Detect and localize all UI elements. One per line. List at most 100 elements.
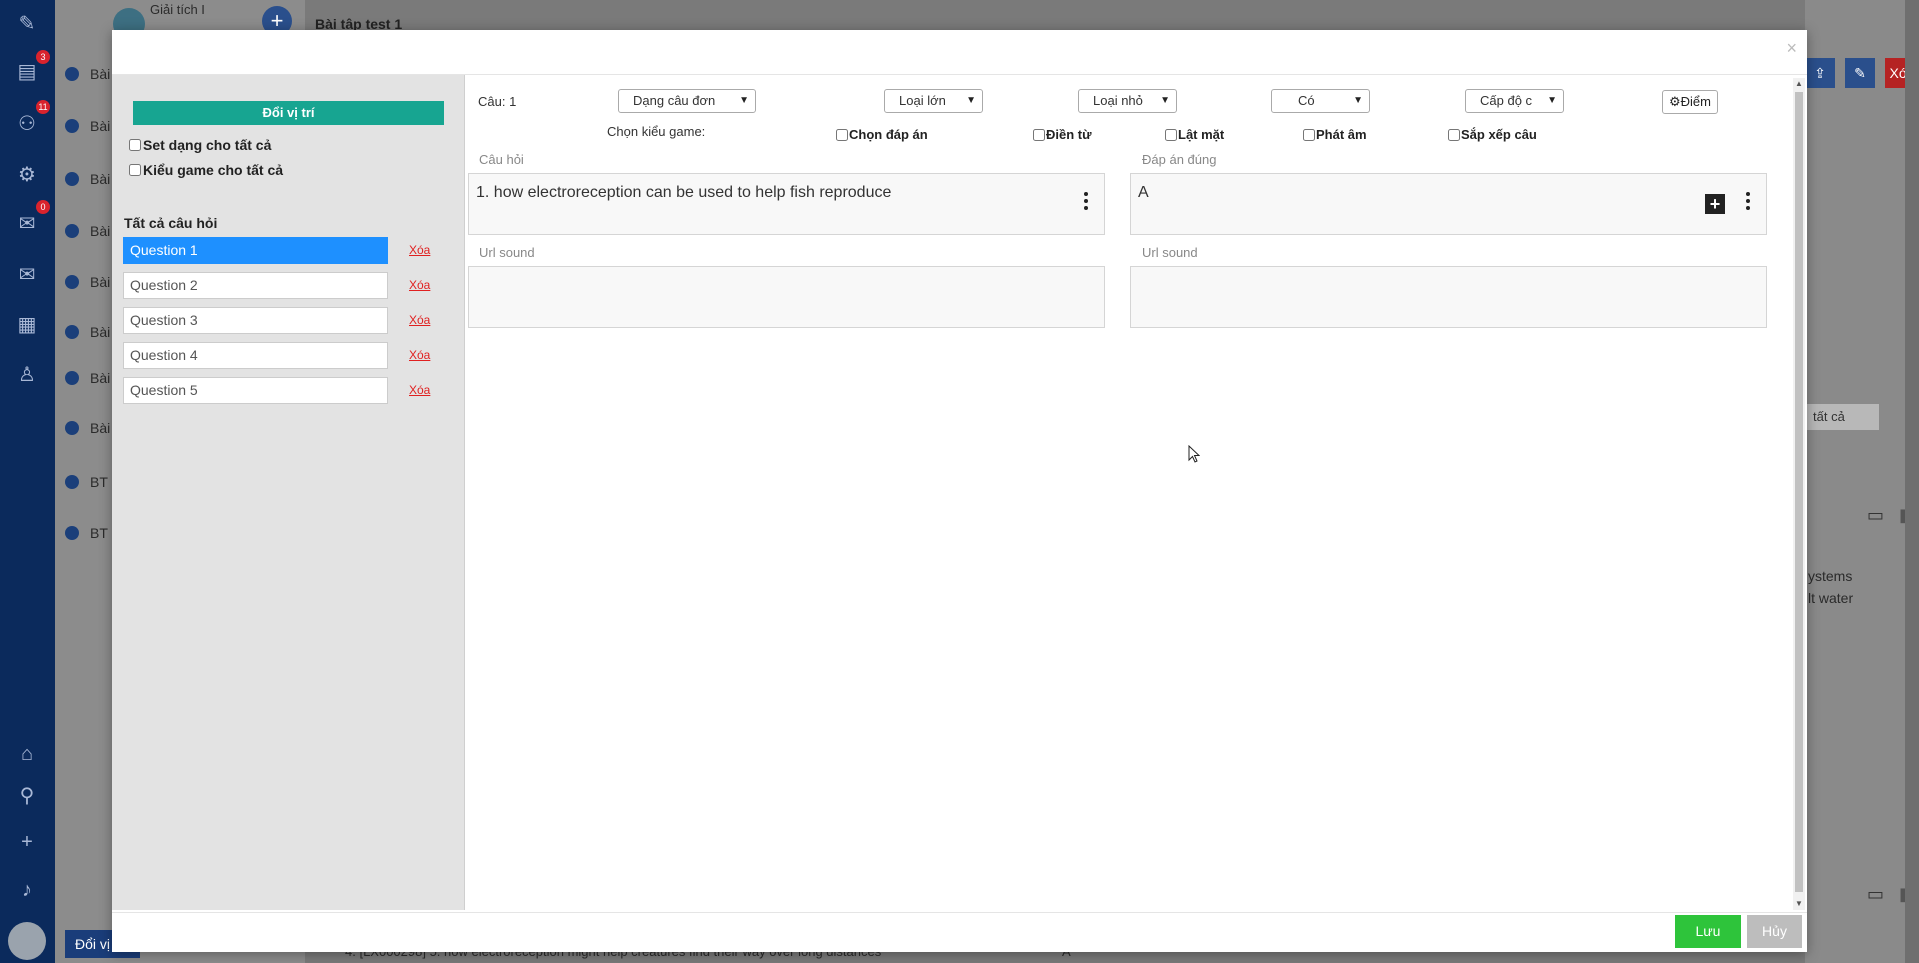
scroll-down-icon[interactable]: ▼ <box>1795 900 1803 908</box>
calendar-icon[interactable]: ▦ <box>15 313 39 337</box>
notification-badge: 0 <box>36 200 50 214</box>
set-type-all-checkbox[interactable] <box>129 139 141 151</box>
swap-position-button[interactable]: Đổi vị trí <box>133 101 444 125</box>
add-icon[interactable]: + <box>15 830 39 854</box>
mouse-cursor-icon <box>1188 445 1200 463</box>
notification-badge: 3 <box>36 50 50 64</box>
has-option-select[interactable]: Có ▼ <box>1271 89 1370 113</box>
search-icon[interactable]: ⚲ <box>15 784 39 808</box>
document-icon[interactable]: ▤ <box>15 60 39 84</box>
url-sound-input[interactable] <box>1130 266 1767 328</box>
avatar[interactable] <box>8 922 46 960</box>
game-type-checkbox[interactable] <box>1165 128 1177 141</box>
game-type-option[interactable]: Sắp xếp câu <box>1448 127 1537 142</box>
list-item[interactable]: Bài <box>90 324 110 340</box>
game-type-option[interactable]: Phát âm <box>1303 127 1367 142</box>
game-type-all-checkbox[interactable] <box>129 164 141 176</box>
mail-icon[interactable]: ✉ <box>15 263 39 287</box>
question-text: 1. how electroreception can be used to h… <box>476 184 892 201</box>
game-type-option[interactable]: Điền từ <box>1033 127 1092 142</box>
list-item[interactable]: Bài <box>90 118 110 134</box>
chevron-down-icon: ▼ <box>1353 95 1363 106</box>
all-questions-label: Tất cả câu hỏi <box>124 215 218 231</box>
question-row: Question 1 Xóa <box>123 237 430 264</box>
game-type-checkbox[interactable] <box>836 128 848 141</box>
game-type-all-checkbox-row[interactable]: Kiểu game cho tất cả <box>129 162 283 178</box>
chat-icon[interactable]: ✉ <box>15 212 39 236</box>
edit-icon[interactable]: ✎ <box>1845 58 1875 88</box>
scroll-thumb[interactable] <box>1795 92 1803 892</box>
background-text: lt water <box>1808 590 1854 606</box>
close-icon[interactable]: × <box>1786 38 1797 59</box>
points-label: Điểm <box>1680 94 1711 109</box>
question-type-select[interactable]: Dạng câu đơn ▼ <box>618 89 756 113</box>
delete-question-link[interactable]: Xóa <box>409 243 430 257</box>
game-type-checkbox[interactable] <box>1303 128 1315 141</box>
game-type-option-label: Chọn đáp án <box>849 127 928 142</box>
share-icon[interactable]: ⇪ <box>1805 58 1835 88</box>
comment-icon[interactable]: ▭ <box>1867 505 1884 526</box>
level-select[interactable]: Cấp độ c ▼ <box>1465 89 1564 113</box>
list-item[interactable]: BT <box>90 525 108 541</box>
points-button[interactable]: ⚙Điểm <box>1662 90 1718 114</box>
settings-icon[interactable]: ⚙ <box>15 163 39 187</box>
set-type-all-checkbox-row[interactable]: Set dạng cho tất cả <box>129 137 271 153</box>
answer-text-field[interactable]: A + <box>1130 173 1767 235</box>
more-options-icon[interactable] <box>1746 192 1750 214</box>
has-option-value: Có <box>1298 93 1315 108</box>
more-options-icon[interactable] <box>1084 192 1088 214</box>
question-item[interactable]: Question 3 <box>123 307 388 334</box>
list-item[interactable]: BT <box>90 474 108 490</box>
add-icon[interactable]: + <box>1705 194 1725 214</box>
list-item-icon <box>65 526 79 540</box>
page-scrollbar[interactable] <box>1905 0 1919 963</box>
major-type-value: Loại lớn <box>899 93 946 108</box>
select-all-tag[interactable]: tất cả <box>1805 404 1879 430</box>
list-item[interactable]: Bài <box>90 420 110 436</box>
edit-icon[interactable]: ✎ <box>15 12 39 36</box>
minor-type-value: Loại nhỏ <box>1093 93 1143 108</box>
game-type-checkbox[interactable] <box>1033 128 1045 141</box>
chevron-down-icon: ▼ <box>1160 95 1170 106</box>
major-type-select[interactable]: Loại lớn ▼ <box>884 89 983 113</box>
game-type-option[interactable]: Chọn đáp án <box>836 127 928 142</box>
home-icon[interactable]: ⌂ <box>15 742 39 766</box>
game-type-option[interactable]: Lật mặt <box>1165 127 1224 142</box>
url-sound-label: Url sound <box>1142 245 1198 260</box>
question-item[interactable]: Question 2 <box>123 272 388 299</box>
delete-question-link[interactable]: Xóa <box>409 278 430 292</box>
course-title: Giải tích I <box>150 2 205 17</box>
game-type-label: Chọn kiểu game: <box>607 124 706 139</box>
cancel-button[interactable]: Hủy <box>1747 915 1802 948</box>
question-item[interactable]: Question 4 <box>123 342 388 369</box>
list-item[interactable]: Bài <box>90 370 110 386</box>
delete-question-link[interactable]: Xóa <box>409 313 430 327</box>
scroll-up-icon[interactable]: ▲ <box>1795 80 1803 88</box>
minor-type-select[interactable]: Loại nhỏ ▼ <box>1078 89 1177 113</box>
list-item[interactable]: Bài <box>90 274 110 290</box>
list-item-icon <box>65 224 79 238</box>
game-type-option-label: Sắp xếp câu <box>1461 127 1537 142</box>
list-item-icon <box>65 421 79 435</box>
game-type-option-label: Phát âm <box>1316 127 1367 142</box>
game-type-option-label: Điền từ <box>1046 127 1092 142</box>
game-type-option-label: Lật mặt <box>1178 127 1225 142</box>
list-item[interactable]: Bài <box>90 223 110 239</box>
delete-question-link[interactable]: Xóa <box>409 348 430 362</box>
modal-scrollbar[interactable]: ▲ ▼ <box>1793 78 1805 910</box>
bell-icon[interactable]: ♪ <box>15 878 39 902</box>
question-item[interactable]: Question 5 <box>123 377 388 404</box>
question-text-field[interactable]: 1. how electroreception can be used to h… <box>468 173 1105 235</box>
save-button[interactable]: Lưu <box>1675 915 1741 948</box>
person-icon[interactable]: ♙ <box>15 363 39 387</box>
comment-icon[interactable]: ▭ <box>1867 884 1884 905</box>
list-item-icon <box>65 172 79 186</box>
list-item[interactable]: Bài <box>90 171 110 187</box>
chevron-down-icon: ▼ <box>739 95 749 106</box>
list-item[interactable]: Bài <box>90 66 110 82</box>
users-icon[interactable]: ⚇ <box>15 112 39 136</box>
url-sound-input[interactable] <box>468 266 1105 328</box>
question-item[interactable]: Question 1 <box>123 237 388 264</box>
delete-question-link[interactable]: Xóa <box>409 383 430 397</box>
game-type-checkbox[interactable] <box>1448 128 1460 141</box>
